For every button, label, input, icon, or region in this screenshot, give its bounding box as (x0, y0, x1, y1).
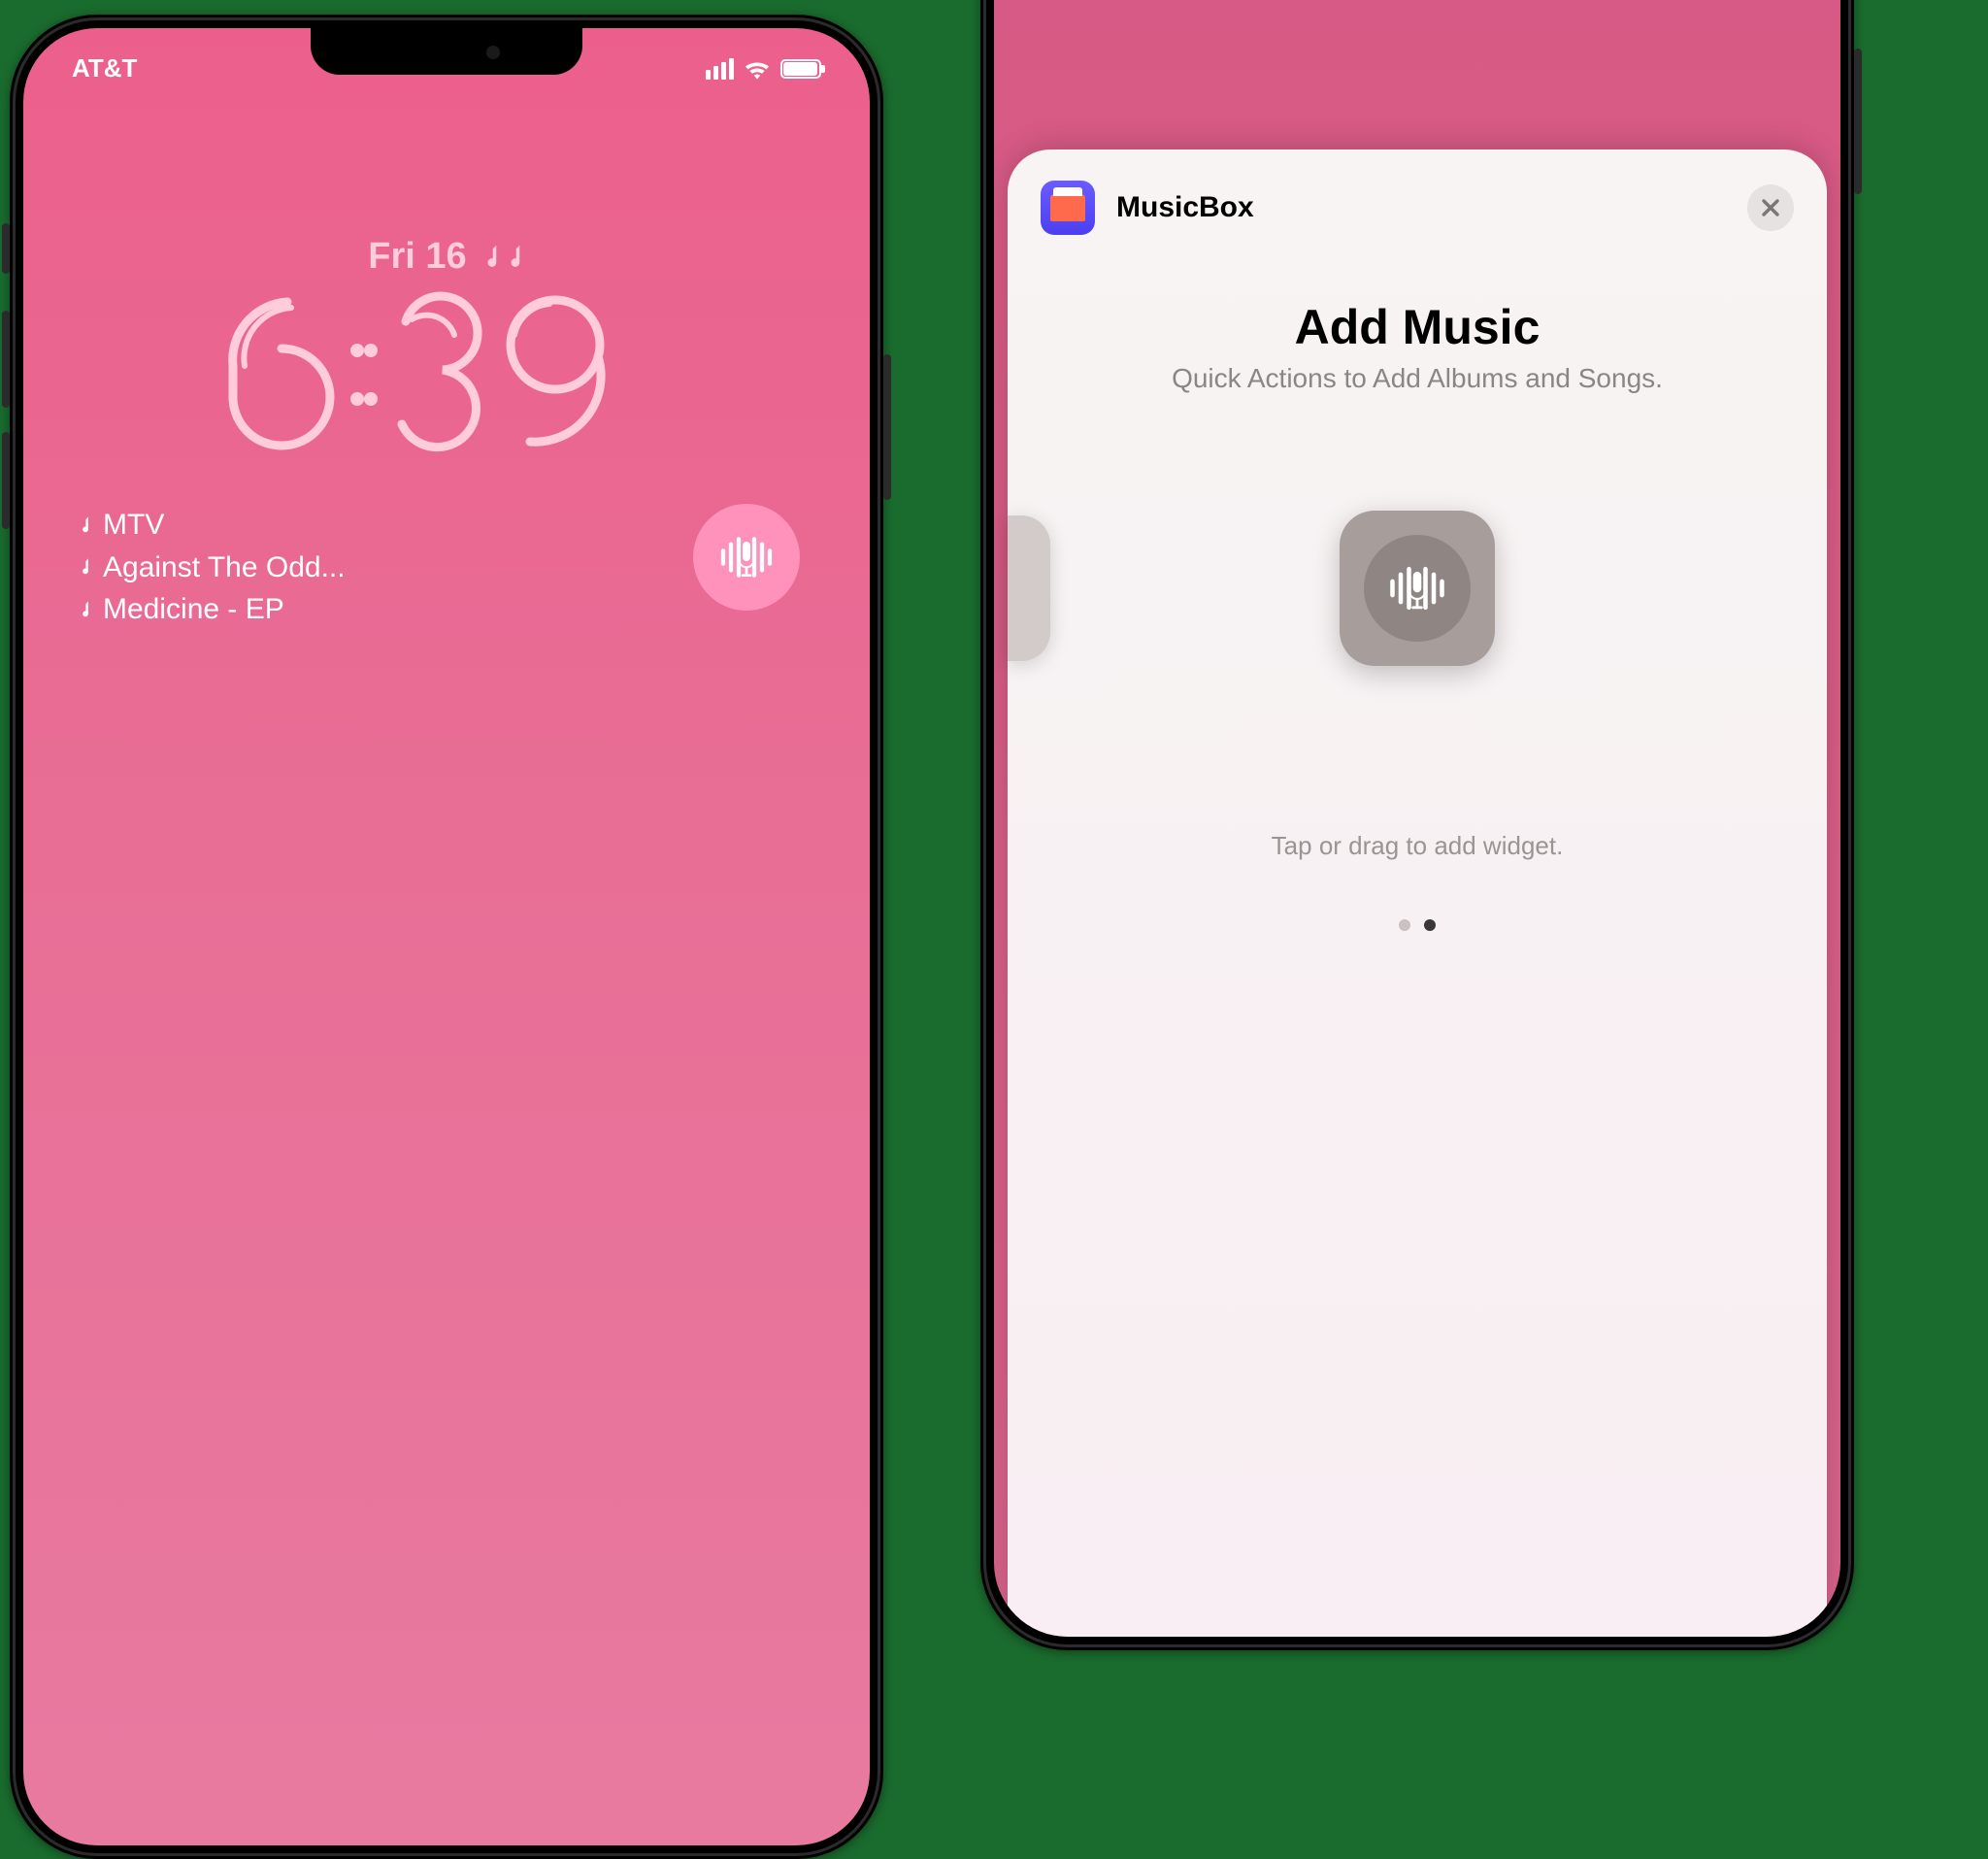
music-notes-icon (480, 244, 525, 271)
widget-item-text: MTV (103, 504, 164, 547)
prev-widget-peek[interactable] (1008, 515, 1050, 661)
iphone-frame-left: AT&T Fri 16 (10, 15, 883, 1859)
lock-clock (23, 279, 870, 468)
music-note-icon (78, 515, 93, 535)
widget-item-text: Against The Odd... (103, 547, 346, 589)
shazam-widget[interactable] (693, 504, 800, 611)
page-dot-active[interactable] (1424, 919, 1436, 931)
wifi-icon (744, 58, 771, 80)
app-icon (1041, 181, 1095, 235)
lock-screen: AT&T Fri 16 (23, 28, 870, 1845)
volume-up-button (2, 311, 10, 408)
widget-picker-screen: Against The Odd... Medicine - EP (994, 0, 1840, 1637)
app-name: MusicBox (1116, 191, 1254, 224)
wallpaper: Against The Odd... Medicine - EP (994, 0, 1840, 1637)
carrier-label: AT&T (72, 53, 137, 83)
notch (311, 28, 582, 75)
lock-widget[interactable]: MTV Against The Odd... Medicine - EP (78, 504, 346, 631)
battery-icon (780, 59, 821, 79)
widget-preview-area (1041, 511, 1794, 666)
close-icon (1760, 197, 1781, 218)
page-dots[interactable] (1041, 919, 1794, 931)
widget-preview[interactable] (1340, 511, 1495, 666)
lock-screen-wallpaper: AT&T Fri 16 (23, 28, 870, 1845)
power-button (883, 354, 891, 500)
widget-item[interactable]: Against The Odd... (78, 547, 346, 589)
widget-picker-sheet: MusicBox Add Music Quick Actions to Add … (1008, 149, 1827, 1637)
widget-item-text: Medicine - EP (103, 588, 284, 631)
sheet-subtitle: Quick Actions to Add Albums and Songs. (1041, 363, 1794, 394)
sheet-hint: Tap or drag to add widget. (1041, 831, 1794, 861)
status-right (706, 53, 821, 83)
sheet-header: MusicBox (1041, 181, 1794, 235)
sheet-title: Add Music (1041, 299, 1794, 355)
widget-item[interactable]: Medicine - EP (78, 588, 346, 631)
widget-item[interactable]: MTV (78, 504, 346, 547)
lock-date: Fri 16 (23, 236, 870, 278)
date-text: Fri 16 (368, 236, 466, 278)
side-button (2, 223, 10, 274)
iphone-frame-right: Against The Odd... Medicine - EP (980, 0, 1854, 1650)
music-note-icon (78, 557, 93, 577)
waveform-mic-icon (1384, 555, 1450, 621)
power-button (1854, 49, 1862, 194)
music-note-icon (78, 600, 93, 619)
volume-down-button (2, 432, 10, 529)
waveform-mic-icon (715, 526, 778, 588)
page-dot[interactable] (1399, 919, 1410, 931)
signal-icon (706, 58, 734, 80)
close-button[interactable] (1747, 184, 1794, 231)
